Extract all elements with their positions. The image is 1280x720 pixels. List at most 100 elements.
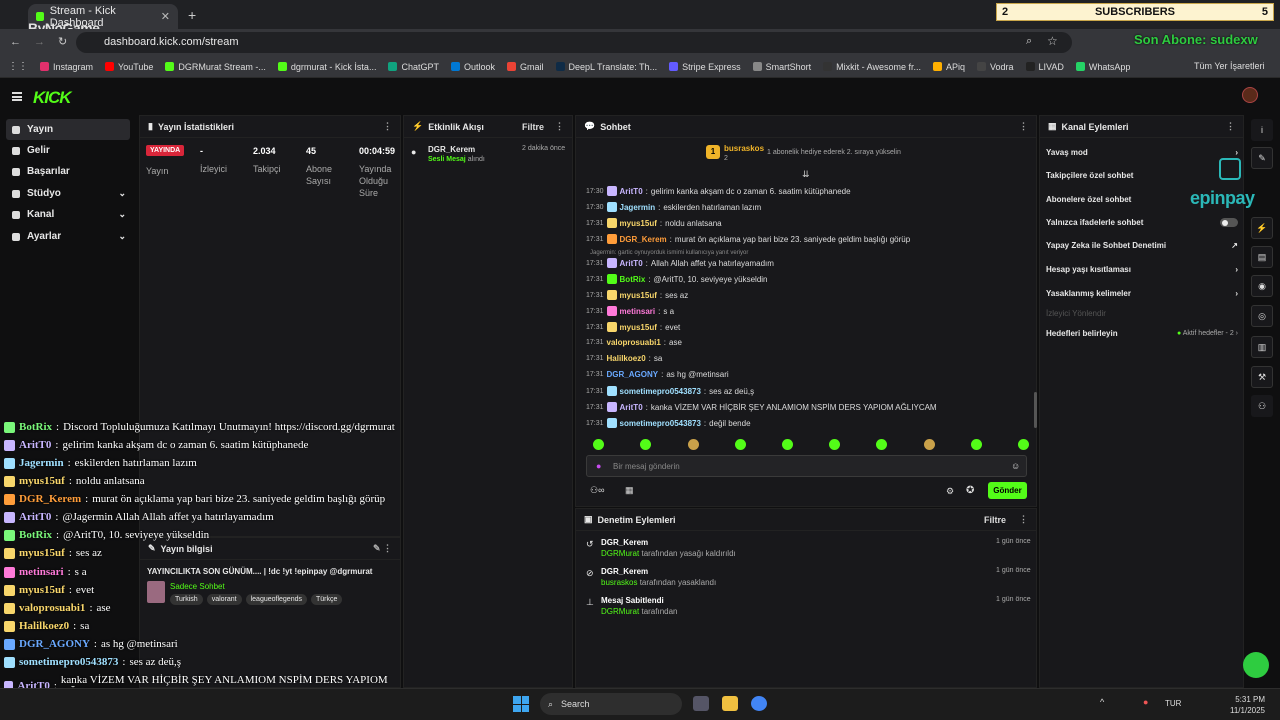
chrome-icon[interactable]	[751, 696, 767, 711]
tag[interactable]: Turkish	[170, 594, 203, 605]
chat-float-icon[interactable]	[1243, 652, 1269, 678]
tag[interactable]: Türkçe	[311, 594, 343, 605]
bookmark-item[interactable]: Gmail	[507, 62, 544, 72]
emotes-only-toggle[interactable]	[1220, 218, 1238, 227]
slow-mode-item[interactable]: Yavaş mod ›	[1046, 148, 1238, 157]
mic-icon[interactable]: ●	[596, 461, 601, 471]
bookmark-item[interactable]: ChatGPT	[388, 62, 439, 72]
task-view-icon[interactable]	[693, 696, 709, 711]
bookmark-item[interactable]: LIVAD	[1025, 62, 1064, 72]
emoji-icon[interactable]: ☺	[1011, 461, 1020, 471]
edit-icon[interactable]: ✎ ⋮	[373, 543, 392, 554]
share-icon[interactable]: ⚇	[1251, 395, 1273, 417]
filter-button[interactable]: Filtre	[984, 515, 1006, 525]
reload-icon[interactable]: ↻	[58, 35, 67, 48]
emote-icon[interactable]	[924, 439, 935, 450]
sidebar-item-ayarlar[interactable]: Ayarlar ⌄	[6, 226, 130, 247]
category-name[interactable]: Sadece Sohbet	[170, 582, 225, 591]
chat-username[interactable]: sometimepro0543873	[620, 387, 701, 396]
chat-bubble-icon[interactable]: ◉	[1251, 275, 1273, 297]
broadcast-icon[interactable]: ◎	[1251, 305, 1273, 327]
bookmark-item[interactable]: APiq	[932, 62, 965, 72]
more-icon[interactable]: ⋮	[1019, 121, 1028, 132]
sidebar-item-kanal[interactable]: Kanal ⌄	[6, 204, 130, 225]
system-clock[interactable]: 5:31 PM 11/1/2025	[1230, 694, 1265, 716]
layout-icon[interactable]: ▥	[1251, 336, 1273, 358]
bookmark-item[interactable]: Outlook	[450, 62, 495, 72]
emote-icon[interactable]	[1018, 439, 1029, 450]
url-text[interactable]: dashboard.kick.com/stream	[104, 36, 239, 48]
language-indicator[interactable]: TUR	[1165, 699, 1181, 708]
close-tab-icon[interactable]: ✕	[161, 10, 170, 23]
emote-icon[interactable]	[971, 439, 982, 450]
targets-item[interactable]: Hedefleri belirleyin ● Aktif hedefler - 2…	[1046, 329, 1238, 338]
sidebar-item-basarilar[interactable]: Başarılar	[6, 161, 130, 182]
chat-username[interactable]: myus15uf	[620, 291, 657, 300]
chat-username[interactable]: AritT0	[620, 403, 643, 412]
file-explorer-icon[interactable]	[722, 696, 738, 711]
bookmark-item[interactable]: DGRMurat Stream -...	[165, 62, 266, 72]
apps-icon[interactable]: ⋮⋮	[8, 61, 28, 72]
mic-tray-icon[interactable]: ●	[1143, 697, 1148, 707]
tag[interactable]: leagueoflegends	[245, 594, 307, 605]
tag[interactable]: valorant	[206, 594, 242, 605]
tray-chevron-icon[interactable]: ^	[1100, 697, 1104, 707]
sidebar-item-yayin[interactable]: Yayın	[6, 119, 130, 140]
lightning-icon[interactable]: ⚡	[1251, 217, 1273, 239]
bookmark-item[interactable]: DeepL Translate: Th...	[555, 62, 657, 72]
more-icon[interactable]: ⋮	[1226, 121, 1235, 132]
bookmark-item[interactable]: dgrmurat - Kick İsta...	[277, 62, 376, 72]
activity-user[interactable]: DGR_Kerem	[428, 145, 475, 154]
chat-scrollbar[interactable]	[1034, 392, 1037, 428]
chat-username[interactable]: Jagermin	[620, 203, 656, 212]
sidebar-item-gelir[interactable]: Gelir	[6, 140, 130, 161]
clipboard-icon[interactable]: ▤	[1251, 246, 1273, 268]
all-bookmarks[interactable]: Tüm Yer İşaretleri	[1194, 61, 1265, 71]
banned-words-item[interactable]: Yasaklanmış kelimeler ›	[1046, 289, 1238, 298]
bookmark-item[interactable]: WhatsApp	[1075, 62, 1130, 72]
emote-icon[interactable]	[829, 439, 840, 450]
scroll-down-icon[interactable]: ⇊	[802, 169, 810, 180]
bookmark-item[interactable]: SmartShort	[752, 62, 811, 72]
send-button[interactable]: Gönder	[988, 482, 1027, 499]
zoom-search-icon[interactable]: ⌕	[1026, 35, 1032, 48]
more-icon[interactable]: ⋮	[555, 121, 564, 132]
filter-button[interactable]: Filtre	[522, 122, 544, 132]
taskbar-search[interactable]: ⌕ Search	[540, 693, 682, 715]
chat-username[interactable]: metinsari	[620, 307, 656, 316]
account-age-item[interactable]: Hesap yaşı kısıtlaması ›	[1046, 265, 1238, 274]
ai-moderation-item[interactable]: Yapay Zeka ile Sohbet Denetimi ↗	[1046, 241, 1238, 250]
more-icon[interactable]: ⋮	[383, 121, 392, 132]
mod-icon[interactable]: ✪	[966, 485, 974, 496]
bookmark-item[interactable]: Stripe Express	[669, 62, 741, 72]
calendar-icon[interactable]: ▦	[625, 485, 634, 496]
emote-icon[interactable]	[593, 439, 604, 450]
avatar[interactable]	[1242, 87, 1258, 103]
chat-username[interactable]: myus15uf	[620, 323, 657, 332]
new-tab-icon[interactable]: +	[188, 7, 196, 23]
bookmark-item[interactable]: Vodra	[977, 62, 1014, 72]
more-icon[interactable]: ⋮	[1019, 514, 1028, 525]
chat-username[interactable]: DGR_Kerem	[620, 235, 667, 244]
wrench-icon[interactable]: ⚒	[1251, 366, 1273, 388]
chat-username[interactable]: AritT0	[620, 259, 643, 268]
gifter-name[interactable]: busraskos	[724, 144, 764, 153]
emote-icon[interactable]	[640, 439, 651, 450]
emotes-only-item[interactable]: Yalnızca ifadelerle sohbet	[1046, 218, 1238, 227]
chat-username[interactable]: sometimepro0543873	[620, 419, 701, 428]
chat-username[interactable]: valoprosuabi1	[607, 338, 661, 347]
windows-start-icon[interactable]	[513, 696, 529, 712]
back-icon[interactable]: ←	[10, 36, 21, 48]
menu-icon[interactable]	[12, 92, 22, 101]
info-icon[interactable]: i	[1251, 119, 1273, 141]
pencil-icon[interactable]: ✎	[1251, 147, 1273, 169]
bookmark-star-icon[interactable]: ☆	[1047, 34, 1058, 48]
chat-username[interactable]: DGR_AGONY	[607, 370, 659, 379]
bookmark-item[interactable]: Mixkit - Awesome fr...	[823, 62, 921, 72]
emote-icon[interactable]	[876, 439, 887, 450]
emote-icon[interactable]	[735, 439, 746, 450]
settings-gear-icon[interactable]: ⚙	[946, 486, 954, 497]
chat-username[interactable]: BotRix	[620, 275, 646, 284]
forward-icon[interactable]: →	[34, 36, 45, 48]
bot-link-icon[interactable]: ⚇∞	[590, 485, 604, 496]
